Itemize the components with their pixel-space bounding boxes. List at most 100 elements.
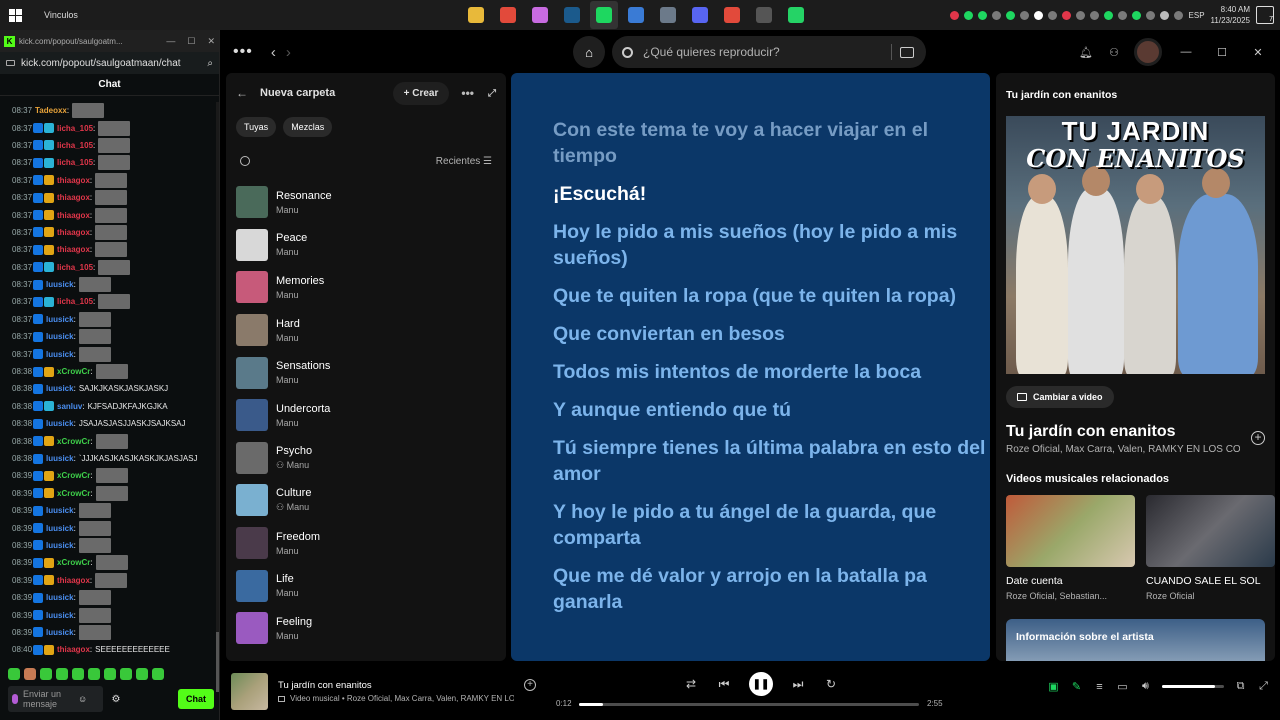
chat-username[interactable]: luusick bbox=[46, 541, 74, 550]
chat-username[interactable]: luusick bbox=[46, 454, 74, 463]
chip-tuyas[interactable]: Tuyas bbox=[236, 117, 277, 137]
library-item[interactable]: Freedom Manu bbox=[236, 522, 496, 565]
chat-message[interactable]: 08:40 thiaagox: SEEEEEEEEEEEEE bbox=[0, 641, 216, 658]
clock[interactable]: 8:40 AM 11/23/2025 bbox=[1211, 4, 1250, 26]
lyric-line[interactable]: Con este tema te voy a hacer viajar en e… bbox=[553, 117, 990, 169]
send-chat-button[interactable]: Chat bbox=[178, 689, 214, 709]
chat-username[interactable]: luusick bbox=[46, 628, 74, 637]
chat-emote[interactable] bbox=[98, 137, 131, 153]
chat-emote[interactable] bbox=[95, 364, 128, 380]
add-to-library-icon[interactable]: + bbox=[524, 679, 536, 691]
chat-username[interactable]: luusick bbox=[46, 419, 74, 428]
chat-emote[interactable] bbox=[78, 346, 111, 362]
chat-username[interactable]: thiaagox bbox=[57, 576, 90, 585]
bell-icon[interactable]: 🔔︎ bbox=[1078, 46, 1094, 59]
chat-message[interactable]: 08:39 luusick: bbox=[0, 606, 216, 623]
tray-app-icon[interactable] bbox=[991, 10, 1001, 20]
tray-app-icon[interactable] bbox=[949, 10, 959, 20]
tray-app-icon[interactable] bbox=[1075, 10, 1085, 20]
site-info-icon[interactable] bbox=[6, 60, 15, 66]
emote-icon[interactable] bbox=[8, 668, 20, 680]
taskbar-app-obs[interactable] bbox=[750, 1, 778, 29]
emote-icon[interactable] bbox=[72, 668, 84, 680]
now-playing-thumbnail[interactable] bbox=[231, 673, 268, 710]
chat-message[interactable]: 08:38 sanluv: KJFSADJKFAJKGJKA bbox=[0, 398, 216, 415]
taskbar-app-file-explorer[interactable] bbox=[462, 1, 490, 29]
next-icon[interactable]: ⏭ bbox=[790, 677, 806, 692]
fullscreen-icon[interactable]: ⤢ bbox=[1257, 680, 1270, 693]
microphone-icon[interactable] bbox=[12, 694, 18, 704]
chat-emote[interactable] bbox=[78, 311, 111, 327]
song-artists[interactable]: Roze Oficial, Max Carra, Valen, RAMKY EN… bbox=[1006, 444, 1240, 455]
minimize-icon[interactable]: — bbox=[1174, 46, 1198, 58]
song-title[interactable]: Tu jardín con enanitos bbox=[1006, 423, 1176, 441]
related-video-card[interactable]: Date cuenta Roze Oficial, Sebastian... bbox=[1006, 495, 1135, 601]
progress-bar[interactable] bbox=[579, 703, 919, 706]
address-bar[interactable]: kick.com/popout/saulgoatmaan/chat ⌕ bbox=[0, 52, 219, 74]
chat-username[interactable]: thiaagox bbox=[57, 645, 90, 654]
lyric-line[interactable]: Tú siempre tienes la última palabra en e… bbox=[553, 435, 990, 487]
taskbar-app-monitor[interactable] bbox=[654, 1, 682, 29]
chat-message[interactable]: 08:39 xCrowCr: bbox=[0, 554, 216, 571]
back-arrow-icon[interactable]: ‹ bbox=[271, 44, 276, 61]
related-video-artists[interactable]: Roze Oficial bbox=[1146, 591, 1275, 601]
emote-icon[interactable] bbox=[56, 668, 68, 680]
tray-app-icon[interactable] bbox=[1061, 10, 1071, 20]
library-item[interactable]: Peace Manu bbox=[236, 224, 496, 267]
emote-icon[interactable] bbox=[88, 668, 100, 680]
previous-icon[interactable]: ⏮ bbox=[716, 677, 732, 692]
artist-info-card[interactable]: Información sobre el artista bbox=[1006, 619, 1265, 661]
chat-message[interactable]: 08:37 thiaagox: bbox=[0, 172, 216, 189]
taskbar-app-ms-store[interactable] bbox=[622, 1, 650, 29]
chat-emote[interactable] bbox=[98, 155, 131, 171]
chat-username[interactable]: xCrowCr bbox=[57, 489, 90, 498]
chat-message[interactable]: 08:38 xCrowCr: bbox=[0, 432, 216, 449]
lyric-line[interactable]: Que te quiten la ropa (que te quiten la … bbox=[553, 283, 990, 309]
chat-message[interactable]: 08:39 luusick: bbox=[0, 502, 216, 519]
emote-icon[interactable] bbox=[136, 668, 148, 680]
search-input[interactable]: ¿Qué quieres reproducir? bbox=[612, 36, 926, 68]
lyric-line[interactable]: Que me dé valor y arrojo en la batalla p… bbox=[553, 563, 990, 615]
tray-app-icon[interactable] bbox=[1117, 10, 1127, 20]
zoom-icon[interactable]: ⌕ bbox=[207, 58, 213, 69]
chat-message[interactable]: 08:39 luusick: bbox=[0, 537, 216, 554]
chat-username[interactable]: thiaagox bbox=[57, 228, 90, 237]
chat-username[interactable]: luusick bbox=[46, 350, 74, 359]
chat-message[interactable]: 08:37 luusick: bbox=[0, 276, 216, 293]
lyric-line[interactable]: Y aunque entiendo que tú bbox=[553, 397, 990, 423]
close-icon[interactable]: ✕ bbox=[1246, 46, 1270, 59]
chat-emote[interactable] bbox=[98, 294, 131, 310]
taskbar-app-copilot[interactable] bbox=[526, 1, 554, 29]
tray-app-icon[interactable] bbox=[1173, 10, 1183, 20]
related-video-card[interactable]: CUANDO SALE EL SOL Roze Oficial bbox=[1146, 495, 1275, 601]
add-to-library-icon[interactable]: + bbox=[1251, 431, 1265, 445]
friends-icon[interactable]: ⚇ bbox=[1106, 46, 1122, 59]
library-item[interactable]: Memories Manu bbox=[236, 266, 496, 309]
chat-emote[interactable] bbox=[98, 259, 131, 275]
create-button[interactable]: + Crear bbox=[392, 81, 450, 105]
emoji-picker-icon[interactable]: ☺ bbox=[78, 694, 87, 704]
volume-slider[interactable] bbox=[1162, 685, 1224, 688]
chat-username[interactable]: thiaagox bbox=[57, 211, 90, 220]
menu-dots-icon[interactable]: ••• bbox=[233, 43, 253, 61]
chat-username[interactable]: licha_105 bbox=[57, 297, 93, 306]
related-video-title[interactable]: CUANDO SALE EL SOL bbox=[1146, 575, 1275, 587]
lyrics-panel[interactable]: Con este tema te voy a hacer viajar en e… bbox=[511, 73, 990, 661]
chat-message[interactable]: 08:37 luusick: bbox=[0, 311, 216, 328]
related-video-title[interactable]: Date cuenta bbox=[1006, 575, 1135, 587]
chat-emote[interactable] bbox=[95, 190, 128, 206]
chat-message[interactable]: 08:39 xCrowCr: bbox=[0, 485, 216, 502]
tray-app-icon[interactable] bbox=[1145, 10, 1155, 20]
library-item[interactable]: Life Manu bbox=[236, 564, 496, 607]
emote-icon[interactable] bbox=[40, 668, 52, 680]
chat-message[interactable]: 08:39 xCrowCr: bbox=[0, 467, 216, 484]
library-item[interactable]: Undercorta Manu bbox=[236, 394, 496, 437]
chat-username[interactable]: thiaagox bbox=[57, 193, 90, 202]
chat-emote[interactable] bbox=[95, 468, 128, 484]
chat-username[interactable]: Tadeoxx bbox=[35, 106, 67, 115]
chat-message[interactable]: 08:39 luusick: bbox=[0, 589, 216, 606]
chat-message[interactable]: 08:38 luusick: JSAJASJASJJASKJSAJKSAJ bbox=[0, 415, 216, 432]
taskbar-app-spotify[interactable] bbox=[590, 1, 618, 29]
expand-icon[interactable]: ⤢ bbox=[488, 88, 496, 99]
chat-username[interactable]: sanluv bbox=[57, 402, 82, 411]
